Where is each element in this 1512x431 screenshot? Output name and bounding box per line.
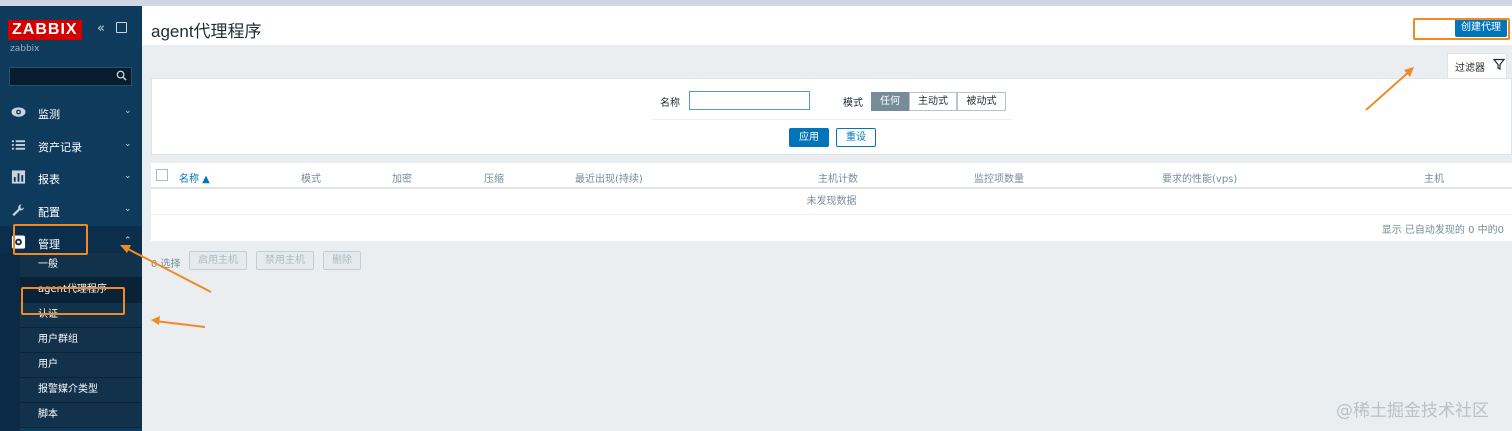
delete-button[interactable]: 删除 [323,251,361,270]
mode-passive-option[interactable]: 被动式 [957,92,1006,111]
menu-configuration[interactable]: 配置 ⌄ [0,194,142,226]
submenu-rail [0,253,20,431]
column-hosts: 主机 [1424,174,1444,185]
menu-monitoring[interactable]: 监测 ⌄ [0,96,142,128]
page-title: agent代理程序 [151,22,262,41]
sidebar-search-input[interactable] [9,67,132,86]
select-all-checkbox[interactable] [156,169,168,181]
no-data-message: 未发现数据 [151,190,1512,215]
proxies-table: 名称 ▲ 模式 加密 压缩 最近出现(持续) 主机计数 监控项数量 要求的性能(… [151,163,1512,241]
reset-button[interactable]: 重设 [836,128,876,147]
filter-mode-label: 模式 [843,98,863,109]
filter-icon [1493,58,1505,70]
kiosk-mode-icon[interactable] [116,22,127,33]
table-summary: 显示 已自动发现的 0 中的0 [1381,225,1504,236]
eye-icon [11,107,26,117]
filter-tab-label: 过滤器 [1455,63,1485,74]
menu-inventory[interactable]: 资产记录 ⌄ [0,129,142,161]
column-last-seen: 最近出现(持续) [575,174,643,185]
table-header: 名称 ▲ 模式 加密 压缩 最近出现(持续) 主机计数 监控项数量 要求的性能(… [151,163,1512,189]
filter-name-input[interactable] [689,91,810,110]
mode-any-option[interactable]: 任何 [871,92,909,111]
column-compression: 压缩 [484,174,504,185]
column-name[interactable]: 名称 ▲ [179,170,210,185]
admin-submenu: 一般 agent代理程序 认证 用户群组 用户 报警媒介类型 脚本 [20,253,142,428]
column-required-performance: 要求的性能(vps) [1162,174,1238,185]
submenu-item-scripts[interactable]: 脚本 [20,403,142,428]
wrench-icon [12,204,25,217]
selected-count: 0 选择 [151,259,181,270]
chevron-down-icon: ⌄ [124,139,132,149]
annotation-box-create [1413,18,1510,40]
menu-label: 报表 [38,173,60,186]
collapse-sidebar-icon[interactable]: « [97,21,105,36]
menu-label: 资产记录 [38,141,82,154]
annotation-arrowhead [151,316,160,325]
filter-divider [652,119,1012,120]
column-mode: 模式 [301,174,321,185]
column-host-count: 主机计数 [818,174,858,185]
annotation-box-proxy [21,287,125,315]
zabbix-logo[interactable]: ZABBIX [8,20,82,40]
search-icon[interactable] [116,70,127,81]
watermark: @稀土掘金技术社区 [1336,401,1489,421]
chevron-down-icon: ⌄ [124,171,132,181]
submenu-item-general[interactable]: 一般 [20,253,142,278]
annotation-arrowhead [1404,67,1414,77]
disable-hosts-button[interactable]: 禁用主机 [256,251,314,270]
mode-active-option[interactable]: 主动式 [909,92,957,111]
submenu-item-users[interactable]: 用户 [20,353,142,378]
list-icon [11,140,26,150]
chevron-down-icon: ⌄ [124,204,132,214]
menu-reports[interactable]: 报表 ⌄ [0,161,142,193]
menu-label: 监测 [38,108,60,121]
menu-label: 配置 [38,206,60,219]
submenu-item-media-types[interactable]: 报警媒介类型 [20,378,142,403]
column-encryption: 加密 [392,174,412,185]
annotation-box-admin [13,224,88,255]
filter-tab[interactable]: 过滤器 [1447,53,1507,78]
page-header: agent代理程序 创建代理 [142,6,1512,45]
filter-name-label: 名称 [660,98,680,109]
server-name: zabbix [10,44,40,54]
chevron-down-icon: ⌄ [124,106,132,116]
chevron-up-icon: ⌃ [124,236,132,246]
apply-button[interactable]: 应用 [789,128,829,147]
column-item-count: 监控项数量 [974,174,1024,185]
annotation-arrow [154,320,206,328]
submenu-item-user-groups[interactable]: 用户群组 [20,328,142,353]
filter-panel: 名称 模式 任何 主动式 被动式 应用 重设 [151,78,1512,155]
enable-hosts-button[interactable]: 启用主机 [189,251,247,270]
bar-chart-icon [11,170,26,184]
